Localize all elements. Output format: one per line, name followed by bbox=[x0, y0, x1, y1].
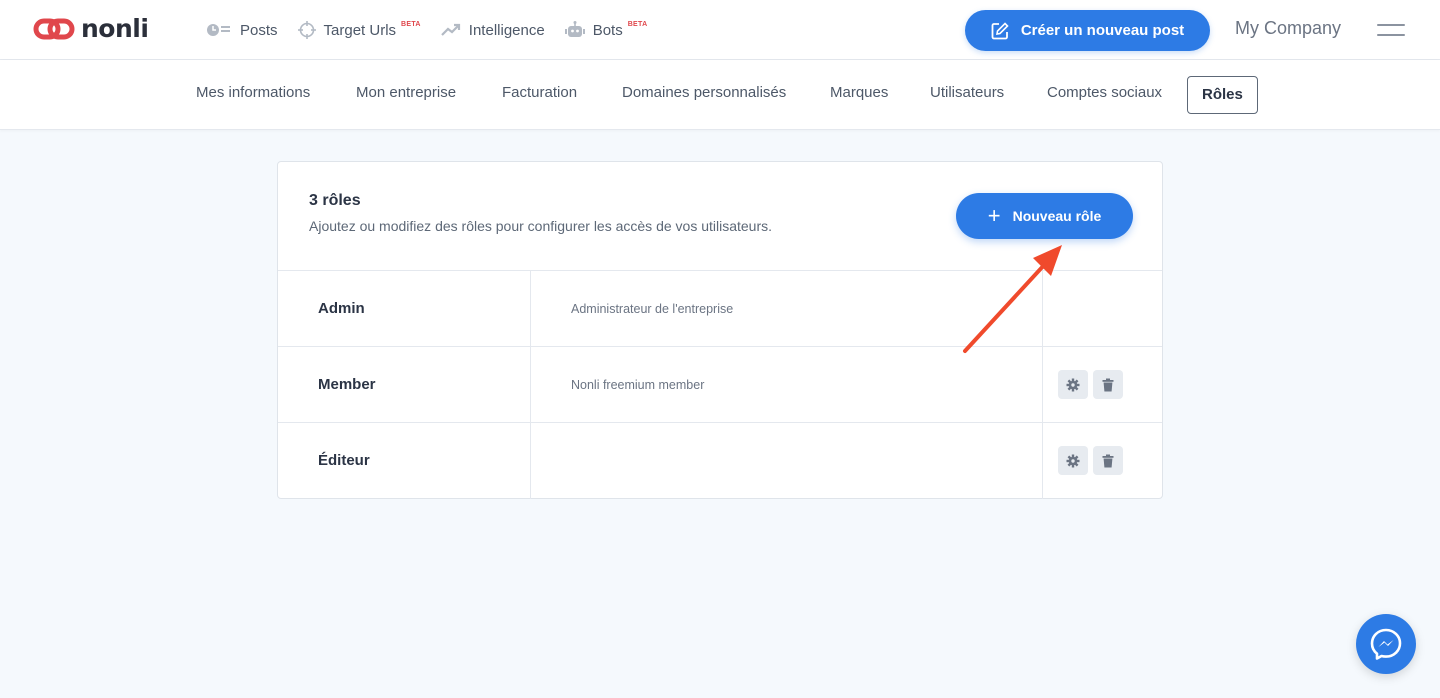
bot-icon bbox=[564, 21, 585, 37]
new-role-label: Nouveau rôle bbox=[1012, 208, 1102, 224]
plus-icon: + bbox=[987, 203, 1001, 228]
edit-icon bbox=[991, 21, 1009, 39]
brand-name: nonli bbox=[81, 14, 149, 43]
messenger-icon bbox=[1370, 628, 1402, 660]
tab-mon-entreprise[interactable]: Mon entreprise bbox=[356, 84, 456, 101]
role-name: Éditeur bbox=[318, 452, 370, 469]
nav-label: Bots bbox=[592, 21, 623, 39]
main-nav: Posts Target Urls BETA Intelligence Bots… bbox=[206, 0, 667, 60]
trend-icon bbox=[441, 23, 460, 36]
nav-label: Intelligence bbox=[468, 21, 545, 39]
table-row-admin: Admin Administrateur de l'entreprise bbox=[278, 271, 1162, 347]
role-delete-button[interactable] bbox=[1093, 446, 1123, 475]
settings-subnav: Mes informations Mon entreprise Facturat… bbox=[0, 60, 1440, 130]
table-row-editeur: Éditeur bbox=[278, 423, 1162, 499]
role-description: Administrateur de l'entreprise bbox=[571, 302, 734, 316]
tab-facturation[interactable]: Facturation bbox=[502, 84, 577, 101]
posts-icon bbox=[207, 24, 230, 36]
tab-domaines-personnalises[interactable]: Domaines personnalisés bbox=[622, 84, 786, 101]
roles-description: Ajoutez ou modifiez des rôles pour confi… bbox=[309, 218, 773, 234]
nav-label: Posts bbox=[240, 21, 278, 39]
trash-icon bbox=[1102, 454, 1114, 467]
tab-utilisateurs[interactable]: Utilisateurs bbox=[930, 84, 1004, 101]
table-row-member: Member Nonli freemium member bbox=[278, 347, 1162, 423]
roles-count-title: 3 rôles bbox=[309, 192, 361, 209]
nav-item-intelligence[interactable]: Intelligence bbox=[441, 22, 545, 39]
new-role-button[interactable]: + Nouveau rôle bbox=[956, 193, 1133, 239]
beta-badge: BETA bbox=[627, 20, 648, 28]
nav-label: Target Urls bbox=[323, 21, 397, 39]
tab-roles[interactable]: Rôles bbox=[1187, 76, 1258, 114]
nav-item-bots[interactable]: Bots BETA bbox=[564, 20, 648, 39]
nav-item-target-urls[interactable]: Target Urls BETA bbox=[297, 20, 421, 39]
menu-icon[interactable] bbox=[1377, 22, 1405, 38]
gear-icon bbox=[1066, 378, 1080, 391]
top-bar: nonli Posts Target Urls BETA Intelligenc… bbox=[0, 0, 1440, 60]
role-delete-button[interactable] bbox=[1093, 370, 1123, 399]
gear-icon bbox=[1066, 454, 1080, 467]
company-name[interactable]: My Company bbox=[1235, 18, 1341, 39]
nonli-logo[interactable]: nonli bbox=[33, 14, 149, 44]
messenger-chat-button[interactable] bbox=[1356, 614, 1416, 674]
roles-card: 3 rôles Ajoutez ou modifiez des rôles po… bbox=[277, 161, 1163, 499]
tab-mes-informations[interactable]: Mes informations bbox=[196, 84, 310, 101]
logo-mark-icon bbox=[33, 18, 75, 40]
role-name: Admin bbox=[318, 300, 365, 317]
roles-card-header: 3 rôles Ajoutez ou modifiez des rôles po… bbox=[278, 162, 1162, 271]
nav-item-posts[interactable]: Posts bbox=[206, 22, 278, 39]
create-post-label: Créer un nouveau post bbox=[1020, 22, 1185, 39]
role-settings-button[interactable] bbox=[1058, 446, 1088, 475]
target-icon bbox=[297, 21, 316, 39]
role-description: Nonli freemium member bbox=[571, 378, 705, 392]
tab-marques[interactable]: Marques bbox=[830, 84, 888, 101]
role-name: Member bbox=[318, 376, 376, 393]
beta-badge: BETA bbox=[401, 20, 421, 28]
tab-comptes-sociaux[interactable]: Comptes sociaux bbox=[1047, 84, 1162, 101]
trash-icon bbox=[1102, 378, 1114, 391]
create-post-button[interactable]: Créer un nouveau post bbox=[965, 10, 1210, 51]
role-settings-button[interactable] bbox=[1058, 370, 1088, 399]
